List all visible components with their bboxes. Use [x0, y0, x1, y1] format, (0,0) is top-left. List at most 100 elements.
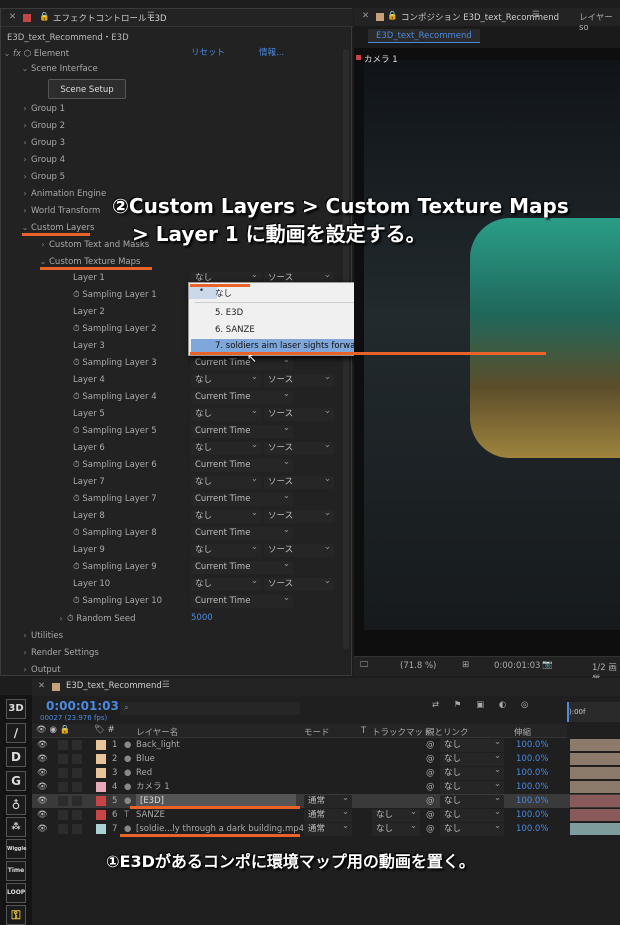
- chevron-right-icon[interactable]: ›: [19, 117, 31, 134]
- eye-icon[interactable]: 👁: [37, 822, 48, 836]
- stretch-value[interactable]: 100.0%: [516, 738, 548, 752]
- solo-toggle[interactable]: [58, 754, 68, 764]
- layer-name[interactable]: Red: [136, 766, 152, 780]
- solo-toggle[interactable]: [58, 740, 68, 750]
- layer-name[interactable]: Blue: [136, 752, 155, 766]
- stretch-value[interactable]: 100.0%: [516, 780, 548, 794]
- stopwatch-icon[interactable]: ⏱: [73, 290, 82, 300]
- solo-toggle[interactable]: [58, 796, 68, 806]
- pickwhip-icon[interactable]: @: [426, 780, 435, 794]
- menu-icon[interactable]: ☰: [532, 10, 540, 20]
- stopwatch-icon[interactable]: ⏱: [73, 392, 82, 402]
- random-seed-value[interactable]: 5000: [191, 610, 213, 627]
- lock-toggle[interactable]: [72, 754, 82, 764]
- pickwhip-icon[interactable]: @: [426, 822, 435, 836]
- sampling-select[interactable]: Current Time: [191, 354, 293, 370]
- comp-subtab[interactable]: E3D_text_Recommend: [368, 29, 480, 43]
- timeline-layer-row[interactable]: 👁3●Red@なし100.0%: [32, 764, 620, 780]
- group-row[interactable]: › Group 1: [19, 100, 65, 117]
- stopwatch-icon[interactable]: ⏱: [73, 358, 82, 368]
- source-select[interactable]: ソース: [264, 371, 334, 387]
- loop-tool-icon[interactable]: LOOP: [6, 883, 26, 903]
- timeline-timecode[interactable]: 0:00:01:03: [46, 699, 119, 713]
- sampling-select[interactable]: Current Time: [191, 524, 293, 540]
- reset-link[interactable]: リセット: [191, 45, 225, 62]
- solo-toggle[interactable]: [58, 768, 68, 778]
- stretch-value[interactable]: 100.0%: [516, 752, 548, 766]
- pickwhip-icon[interactable]: @: [426, 766, 435, 780]
- lock-toggle[interactable]: [72, 824, 82, 834]
- pickwhip-icon[interactable]: @: [426, 738, 435, 752]
- label-color[interactable]: [96, 810, 106, 820]
- chevron-right-icon[interactable]: ›: [19, 100, 31, 117]
- layer-select[interactable]: なし: [191, 405, 261, 421]
- popup-item-none-label[interactable]: なし: [215, 287, 232, 299]
- eye-icon[interactable]: 👁: [37, 780, 48, 794]
- eye-icon[interactable]: 👁: [37, 738, 48, 752]
- chevron-right-icon[interactable]: ›: [19, 185, 31, 202]
- stopwatch-icon[interactable]: ⏱: [73, 596, 82, 606]
- current-time[interactable]: 0:00:01:03: [494, 661, 540, 671]
- layer-name[interactable]: SANZE: [136, 808, 165, 822]
- pickwhip-icon[interactable]: @: [426, 794, 435, 808]
- solo-toggle[interactable]: [58, 810, 68, 820]
- layer-select[interactable]: なし: [191, 473, 261, 489]
- layer-bar[interactable]: [570, 753, 620, 765]
- timeline-tools-icon[interactable]: ⇄ ⚑ ▣ ◐ ◎: [432, 700, 534, 710]
- eye-icon[interactable]: 👁: [37, 794, 48, 808]
- layer-name[interactable]: カメラ 1: [136, 780, 170, 794]
- lock-toggle[interactable]: [72, 740, 82, 750]
- about-link[interactable]: 情報...: [259, 45, 284, 62]
- parent-select[interactable]: なし: [440, 820, 504, 836]
- menu-icon[interactable]: ☰: [162, 680, 170, 690]
- snapshot-icon[interactable]: 📷: [542, 660, 553, 670]
- source-select[interactable]: ソース: [264, 507, 334, 523]
- popup-item-e3d[interactable]: 5. E3D: [215, 308, 243, 318]
- group-row[interactable]: › Group 4: [19, 151, 65, 168]
- stretch-value[interactable]: 100.0%: [516, 808, 548, 822]
- grid-icon[interactable]: ⊞: [462, 660, 469, 670]
- script-tool-icon[interactable]: ♁: [6, 795, 26, 815]
- solo-toggle[interactable]: [58, 782, 68, 792]
- group-row[interactable]: › Group 3: [19, 134, 65, 151]
- source-select[interactable]: ソース: [264, 405, 334, 421]
- timeline-layer-row[interactable]: 👁2●Blue@なし100.0%: [32, 750, 620, 766]
- sampling-select[interactable]: Current Time: [191, 490, 293, 506]
- group-row[interactable]: › Animation Engine: [19, 185, 106, 202]
- layer-select[interactable]: なし: [191, 575, 261, 591]
- label-color[interactable]: [96, 824, 106, 834]
- lock-icon[interactable]: 🔒: [387, 11, 398, 21]
- timeline-layer-row[interactable]: 👁1●Back_light@なし100.0%: [32, 736, 620, 752]
- stopwatch-icon[interactable]: ⏱: [67, 614, 74, 624]
- lock-icon[interactable]: 🔒: [39, 12, 50, 22]
- eye-icon[interactable]: 👁: [37, 808, 48, 822]
- particle-tool-icon[interactable]: ⁂: [6, 817, 26, 837]
- layer-select[interactable]: なし: [191, 541, 261, 557]
- stopwatch-icon[interactable]: ⏱: [73, 528, 82, 538]
- chevron-right-icon[interactable]: ›: [19, 134, 31, 151]
- layer-name[interactable]: Back_light: [136, 738, 180, 752]
- utilities-label[interactable]: Utilities: [31, 631, 63, 641]
- layer-bar[interactable]: [570, 739, 620, 751]
- source-select[interactable]: ソース: [264, 439, 334, 455]
- layer-bar[interactable]: [570, 781, 620, 793]
- label-color[interactable]: [96, 740, 106, 750]
- chevron-right-icon[interactable]: ›: [19, 202, 31, 219]
- label-color[interactable]: [96, 768, 106, 778]
- pickwhip-icon[interactable]: @: [426, 808, 435, 822]
- timeline-tab[interactable]: E3D_text_Recommend: [66, 681, 162, 691]
- monitor-icon[interactable]: 🖵: [360, 660, 368, 670]
- timeline-layer-row[interactable]: 👁6TSANZE通常なし@なし100.0%: [32, 806, 620, 822]
- pickwhip-icon[interactable]: @: [426, 752, 435, 766]
- layer-select[interactable]: なし: [191, 371, 261, 387]
- group-row[interactable]: › World Transform: [19, 202, 100, 219]
- stopwatch-icon[interactable]: ⏱: [73, 426, 82, 436]
- stretch-value[interactable]: 100.0%: [516, 766, 548, 780]
- chevron-right-icon[interactable]: ›: [19, 168, 31, 185]
- sampling-select[interactable]: Current Time: [191, 558, 293, 574]
- source-select[interactable]: ソース: [264, 541, 334, 557]
- close-icon[interactable]: ✕: [9, 12, 16, 22]
- source-select[interactable]: ソース: [264, 473, 334, 489]
- stretch-value[interactable]: 100.0%: [516, 794, 548, 808]
- sampling-select[interactable]: Current Time: [191, 456, 293, 472]
